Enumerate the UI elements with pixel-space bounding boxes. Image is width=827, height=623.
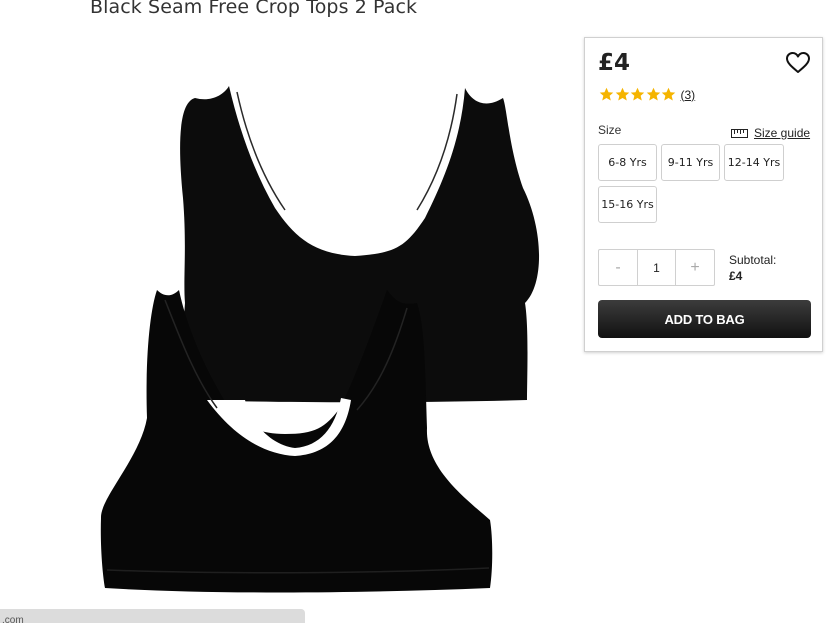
quantity-input[interactable]: 1 (637, 250, 676, 285)
product-page: Black Seam Free Crop Tops 2 Pack .com £4… (0, 0, 827, 623)
subtotal-value: £4 (729, 269, 743, 283)
product-rating: (3) (599, 87, 695, 102)
heart-icon[interactable] (785, 51, 811, 75)
browser-status-bar: .com (0, 609, 305, 623)
quantity-stepper: - 1 + (598, 249, 715, 286)
star-icon (661, 87, 676, 101)
size-option-15-16[interactable]: 15-16 Yrs (598, 186, 657, 223)
size-guide-label: Size guide (754, 126, 811, 140)
quantity-increase-button[interactable]: + (676, 250, 714, 285)
product-image (100, 86, 540, 593)
product-title: Black Seam Free Crop Tops 2 Pack (90, 0, 418, 18)
star-icon (615, 87, 629, 101)
star-icon (630, 87, 645, 101)
size-option-12-14[interactable]: 12-14 Yrs (724, 144, 784, 181)
size-option-9-11[interactable]: 9-11 Yrs (661, 144, 720, 181)
size-option-6-8[interactable]: 6-8 Yrs (598, 144, 657, 181)
subtotal: Subtotal: £4 (729, 252, 776, 284)
review-count-link[interactable]: (3) (681, 88, 696, 102)
star-icon (599, 87, 614, 101)
ruler-icon (731, 128, 748, 138)
product-price: £4 (598, 50, 631, 76)
star-icon (646, 87, 660, 101)
size-label: Size (598, 123, 622, 137)
size-guide-link[interactable]: Size guide (731, 126, 810, 140)
add-to-bag-button[interactable]: ADD TO BAG (598, 300, 811, 338)
subtotal-label: Subtotal: (729, 253, 777, 267)
buy-panel: £4 (3) Size Size guide 6-8 Yrs 9-11 Yrs … (584, 37, 823, 352)
quantity-decrease-button[interactable]: - (599, 250, 637, 285)
